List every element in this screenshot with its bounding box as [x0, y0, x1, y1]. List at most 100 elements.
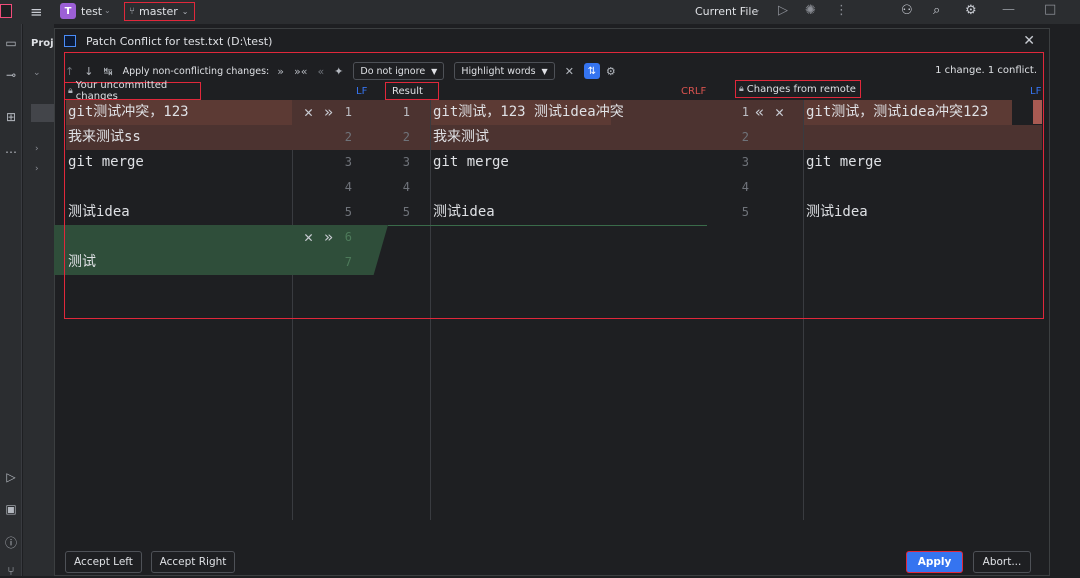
left-editor[interactable]: git测试冲突，123 我来测试ss git merge 测试idea 测试	[66, 100, 292, 540]
expand-icon[interactable]: ⌄	[33, 68, 41, 78]
code-line: git merge	[806, 154, 882, 170]
collapse-unchanged-icon[interactable]: ✕	[565, 65, 574, 78]
line-number: 1	[402, 105, 410, 119]
magic-resolve-icon[interactable]: ✦	[334, 65, 343, 78]
previous-change-icon[interactable]: ↑	[65, 65, 74, 78]
folder-icon[interactable]: ▭	[0, 36, 22, 50]
code-line: 测试idea	[806, 204, 868, 220]
code-line: 测试idea	[68, 204, 130, 220]
accept-left-button[interactable]: Accept Left	[65, 551, 142, 573]
discard-change-icon[interactable]: ✕	[304, 225, 313, 250]
run-config-selector[interactable]: Current File	[695, 5, 758, 18]
settings-gear-icon[interactable]: ⚙	[606, 65, 616, 78]
dialog-logo-icon	[64, 35, 76, 47]
code-line: 测试	[68, 254, 96, 270]
line-number: 2	[344, 130, 352, 144]
ide-logo-icon	[0, 4, 12, 18]
apply-right-icon[interactable]: «	[317, 65, 324, 78]
line-number: 2	[741, 130, 749, 144]
line-number: 3	[344, 155, 352, 169]
code-line: git测试，123 测试idea冲突	[433, 104, 624, 120]
close-icon[interactable]: ✕	[1023, 33, 1035, 49]
right-eol-label[interactable]: LF	[1030, 82, 1041, 100]
right-editor[interactable]: git测试，测试idea冲突123 git merge 测试idea	[804, 100, 1032, 540]
structure-icon[interactable]: ⊞	[0, 110, 22, 124]
error-stripe-marker[interactable]	[1033, 100, 1042, 124]
left-eol-label[interactable]: LF	[356, 82, 367, 100]
apply-nonconflicting-label: Apply non-conflicting changes:	[122, 65, 270, 77]
result-editor[interactable]: git测试，123 测试idea冲突 我来测试 git merge 测试idea	[431, 100, 707, 540]
more-icon[interactable]: ⋮	[835, 3, 848, 18]
ignore-option-label: Do not ignore	[360, 65, 426, 77]
line-number: 7	[344, 255, 352, 269]
result-pane-header: Result	[385, 82, 439, 100]
run-icon[interactable]: ▷	[778, 3, 788, 18]
apply-all-icon[interactable]: ↹	[103, 65, 112, 78]
line-number: 4	[402, 180, 410, 194]
line-number: 5	[402, 205, 410, 219]
accept-right-button[interactable]: Accept Right	[151, 551, 235, 573]
minimize-icon[interactable]: —	[1002, 2, 1015, 17]
tool-window-strip: ▭ ⊸ ⊞ … ▷ ▣ ⓘ ⑂	[0, 24, 22, 578]
project-badge[interactable]: T	[60, 3, 76, 19]
commit-icon[interactable]: ⊸	[0, 68, 22, 82]
sync-scroll-toggle[interactable]: ⇅	[583, 63, 600, 79]
branch-selector[interactable]: ⑂ master ⌄	[124, 2, 195, 21]
chevron-down-icon[interactable]: ⌄	[104, 6, 111, 15]
code-line: git测试冲突，123	[68, 104, 189, 120]
project-name[interactable]: test	[81, 5, 102, 18]
chevron-down-icon[interactable]: ⌄	[754, 5, 761, 14]
run-tool-icon[interactable]: ▷	[0, 470, 22, 484]
project-panel: Proj ⌄ › ›	[23, 24, 54, 576]
chevron-down-icon: ▼	[541, 66, 548, 76]
right-pane-title: Changes from remote	[746, 83, 856, 95]
selected-tree-row[interactable]	[31, 104, 54, 122]
problems-icon[interactable]: ⓘ	[0, 534, 22, 551]
add-user-icon[interactable]: ⚇	[901, 3, 913, 18]
code-line: git测试，测试idea冲突123	[806, 104, 989, 120]
center-eol-label[interactable]: CRLF	[681, 82, 706, 100]
dialog-title-bar: Patch Conflict for test.txt (D:\test)	[55, 29, 1049, 53]
chevron-down-icon: ▼	[431, 66, 438, 76]
collapse-icon[interactable]: ›	[35, 144, 39, 154]
debug-icon[interactable]: ✺	[805, 3, 816, 18]
lock-icon: 🔒︎	[68, 86, 73, 96]
apply-button[interactable]: Apply	[906, 551, 963, 573]
merge-toolbar: ↑ ↓ ↹ Apply non-conflicting changes: » »…	[65, 59, 1045, 83]
right-pane-header: 🔒︎ Changes from remote	[735, 80, 861, 98]
line-number: 1	[741, 105, 749, 119]
ignore-whitespace-dropdown[interactable]: Do not ignore ▼	[353, 62, 445, 80]
line-number: 1	[344, 105, 352, 119]
accept-right-change-icon[interactable]: «	[755, 100, 764, 125]
apply-both-icon[interactable]: »«	[294, 65, 307, 78]
abort-button[interactable]: Abort...	[973, 551, 1031, 573]
collapse-icon[interactable]: ›	[35, 164, 39, 174]
more-tools-icon[interactable]: …	[0, 142, 22, 156]
code-line: 测试idea	[433, 204, 495, 220]
code-line: git merge	[68, 154, 144, 170]
line-number: 5	[741, 205, 749, 219]
line-number: 5	[344, 205, 352, 219]
line-number: 4	[344, 180, 352, 194]
project-panel-label: Proj	[31, 38, 54, 49]
next-change-icon[interactable]: ↓	[84, 65, 93, 78]
search-icon[interactable]: ⌕	[933, 3, 940, 18]
line-number: 3	[402, 155, 410, 169]
maximize-icon[interactable]: □	[1044, 2, 1056, 17]
terminal-icon[interactable]: ▣	[0, 502, 22, 516]
settings-icon[interactable]: ⚙	[965, 3, 977, 18]
highlight-dropdown[interactable]: Highlight words ▼	[454, 62, 555, 80]
discard-change-icon[interactable]: ✕	[304, 100, 313, 125]
apply-left-icon[interactable]: »	[277, 65, 284, 78]
discard-change-icon[interactable]: ✕	[775, 100, 784, 125]
main-menu-icon[interactable]: ≡	[30, 3, 43, 21]
dialog-title: Patch Conflict for test.txt (D:\test)	[86, 34, 273, 48]
chevron-down-icon: ⌄	[181, 7, 189, 16]
left-pane-header: 🔒︎ Your uncommitted changes	[64, 80, 201, 102]
line-number: 3	[741, 155, 749, 169]
